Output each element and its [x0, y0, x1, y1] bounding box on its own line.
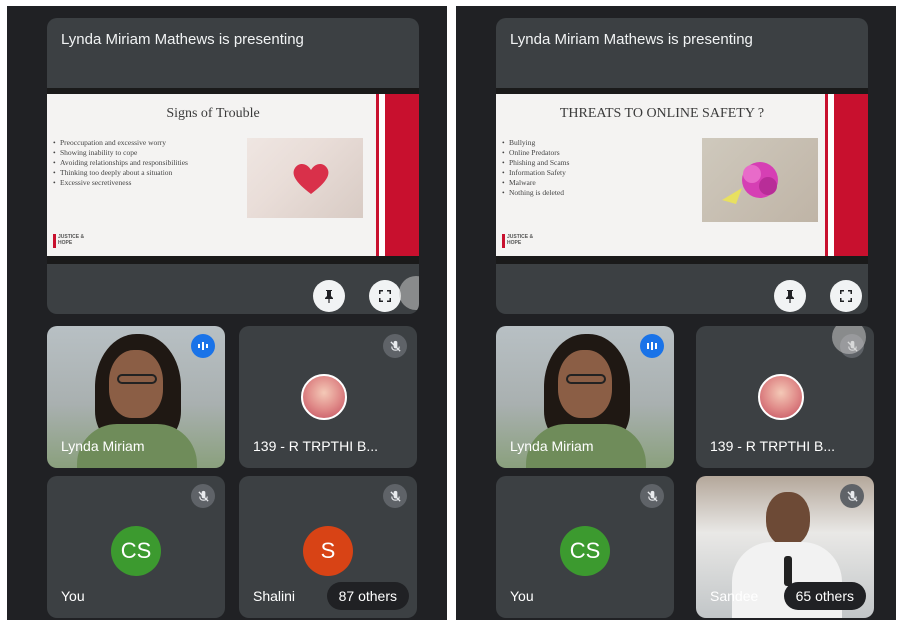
participant-name: Lynda Miriam — [61, 438, 145, 454]
slide: THREATS TO ONLINE SAFETY ? Bullying Onli… — [496, 94, 868, 256]
mic-off-icon — [840, 484, 864, 508]
participant-name: You — [510, 588, 534, 604]
participant-tile[interactable]: Lynda Miriam — [496, 326, 674, 468]
avatar: CS — [111, 526, 161, 576]
glasses — [117, 374, 157, 384]
glasses — [566, 374, 606, 384]
slide-bullet: Information Safety — [502, 168, 688, 178]
participant-name: Shalini — [253, 588, 296, 604]
participant-name: 139 - R TRPTHI B... — [710, 438, 835, 454]
participant-name: You — [61, 588, 85, 604]
slide-logo: JUSTICE & HOPE — [53, 234, 89, 248]
slide-bullet: Excessive secretiveness — [53, 178, 239, 188]
participant-tile[interactable]: Sandee 65 others — [696, 476, 874, 618]
slide-bullet: Preoccupation and excessive worry — [53, 138, 239, 148]
pin-icon — [786, 290, 794, 303]
presentation-card[interactable]: Lynda Miriam Mathews is presenting THREA… — [496, 18, 868, 314]
participant-tile[interactable]: CS You — [47, 476, 225, 618]
participant-tile[interactable]: 139 - R TRPTHI B... — [239, 326, 417, 468]
video-feed-mic — [784, 556, 792, 586]
avatar — [758, 374, 804, 420]
speaking-icon — [640, 334, 664, 358]
slide-logo: JUSTICE & HOPE — [502, 234, 538, 248]
participant-tile[interactable]: Lynda Miriam — [47, 326, 225, 468]
fullscreen-button[interactable] — [369, 280, 401, 312]
fullscreen-button[interactable] — [830, 280, 862, 312]
fullscreen-icon — [379, 290, 391, 302]
slide-bullet: Bullying — [502, 138, 688, 148]
participant-tile[interactable]: CS You — [496, 476, 674, 618]
participant-name: Lynda Miriam — [510, 438, 594, 454]
participant-name: Sandee — [710, 588, 759, 604]
mic-off-icon — [383, 334, 407, 358]
avatar: S — [303, 526, 353, 576]
mic-off-icon — [383, 484, 407, 508]
others-count-button[interactable]: 65 others — [783, 582, 866, 610]
avatar: CS — [560, 526, 610, 576]
flower-hands-image — [702, 138, 818, 222]
video-feed — [766, 492, 810, 546]
slide-accent-bar — [379, 94, 419, 256]
slide-bullet: Nothing is deleted — [502, 188, 688, 198]
participant-tile[interactable]: 139 - R TRPTHI B... — [696, 326, 874, 468]
participant-name: 139 - R TRPTHI B... — [253, 438, 378, 454]
meet-panel-right: Lynda Miriam Mathews is presenting THREA… — [456, 6, 896, 620]
mic-off-icon — [640, 484, 664, 508]
presentation-card[interactable]: Lynda Miriam Mathews is presenting Signs… — [47, 18, 419, 314]
slide-bullets: Preoccupation and excessive worry Showin… — [53, 138, 239, 188]
slide-bullet: Malware — [502, 178, 688, 188]
heart-icon — [293, 164, 329, 194]
fullscreen-icon — [840, 290, 852, 302]
pin-icon — [325, 290, 333, 303]
presenting-label: Lynda Miriam Mathews is presenting — [510, 31, 753, 48]
participant-tile[interactable]: S Shalini 87 others — [239, 476, 417, 618]
pin-button[interactable] — [313, 280, 345, 312]
slide-bullet: Phishing and Scams — [502, 158, 688, 168]
flower-icon — [722, 162, 778, 204]
video-feed-face — [109, 350, 163, 418]
slide-bullet: Showing inability to cope — [53, 148, 239, 158]
slide-bullet: Avoiding relationships and responsibilit… — [53, 158, 239, 168]
pin-button[interactable] — [774, 280, 806, 312]
touch-indicator — [399, 276, 419, 310]
presenting-label: Lynda Miriam Mathews is presenting — [61, 31, 304, 48]
slide-title: THREATS TO ONLINE SAFETY ? — [559, 106, 765, 121]
slide-accent-bar — [828, 94, 868, 256]
heart-hands-image — [247, 138, 363, 218]
meet-panel-left: Lynda Miriam Mathews is presenting Signs… — [7, 6, 447, 620]
mic-off-icon — [191, 484, 215, 508]
slide-bullet: Thinking too deeply about a situation — [53, 168, 239, 178]
others-count-button[interactable]: 87 others — [326, 582, 409, 610]
slide: Signs of Trouble Preoccupation and exces… — [47, 94, 419, 256]
avatar — [301, 374, 347, 420]
shared-screen: Signs of Trouble Preoccupation and exces… — [47, 88, 419, 264]
slide-bullet: Online Predators — [502, 148, 688, 158]
shared-screen: THREATS TO ONLINE SAFETY ? Bullying Onli… — [496, 88, 868, 264]
slide-bullets: Bullying Online Predators Phishing and S… — [502, 138, 688, 198]
video-feed-face — [558, 350, 612, 418]
speaking-icon — [191, 334, 215, 358]
slide-title: Signs of Trouble — [166, 106, 260, 121]
